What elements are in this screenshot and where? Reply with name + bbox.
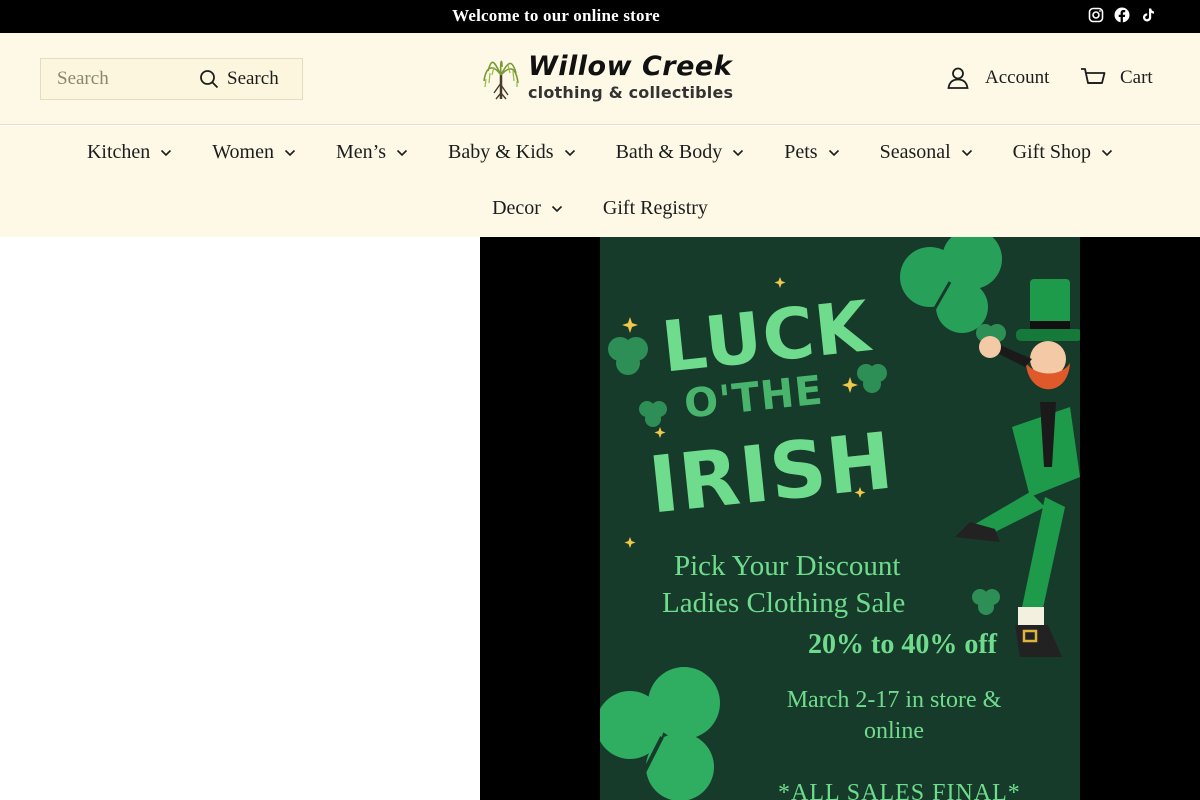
willow-tree-icon <box>483 60 519 100</box>
nav-item-baby-kids[interactable]: Baby & Kids <box>428 141 596 164</box>
logo-tagline: clothing & collectibles <box>528 83 734 102</box>
hero-banner[interactable]: LUCK O'THE IRISH Pick Your Discount Ladi… <box>480 237 1200 800</box>
poster-disclaimer: *ALL SALES FINAL* <box>778 780 1021 800</box>
tiktok-icon[interactable] <box>1140 7 1156 23</box>
nav-item-pets[interactable]: Pets <box>764 141 859 164</box>
nav-item-label: Kitchen <box>86 141 151 163</box>
facebook-icon[interactable] <box>1114 7 1130 23</box>
nav-row-secondary: Decor Gift Registry <box>0 197 1200 220</box>
nav-item-gift-registry[interactable]: Gift Registry <box>583 197 728 220</box>
cart-link[interactable]: Cart <box>1080 65 1153 91</box>
nav-item-decor[interactable]: Decor <box>472 197 583 220</box>
promo-poster: LUCK O'THE IRISH Pick Your Discount Ladi… <box>600 237 1080 800</box>
nav-item-label: Pets <box>784 141 818 163</box>
chevron-down-icon <box>961 149 972 156</box>
search-icon <box>199 69 219 89</box>
nav-item-mens[interactable]: Men’s <box>316 141 428 164</box>
search-button-label: Search <box>227 68 279 89</box>
announcement-bar: Welcome to our online store <box>0 0 1200 33</box>
chevron-down-icon <box>1101 149 1113 156</box>
search-input[interactable] <box>41 59 191 99</box>
search-button[interactable]: Search <box>199 59 279 99</box>
chevron-down-icon <box>564 149 575 156</box>
poster-subheadline: Ladies Clothing Sale <box>662 587 906 619</box>
nav-item-label: Gift Registry <box>602 197 708 219</box>
chevron-down-icon <box>284 149 296 156</box>
nav-item-gift-shop[interactable]: Gift Shop <box>993 141 1133 164</box>
nav-item-label: Decor <box>492 197 541 219</box>
cart-label: Cart <box>1120 67 1153 88</box>
nav-item-kitchen[interactable]: Kitchen <box>67 141 192 164</box>
cart-icon <box>1080 65 1106 91</box>
chevron-down-icon <box>396 149 408 156</box>
announcement-text: Welcome to our online store <box>452 6 660 25</box>
chevron-down-icon <box>551 205 562 212</box>
nav-item-women[interactable]: Women <box>192 141 316 164</box>
logo-name: Willow Creek <box>528 51 733 82</box>
nav-item-label: Baby & Kids <box>448 141 554 163</box>
user-icon <box>945 65 971 91</box>
nav-row-primary: Kitchen Women Men’s Baby & Kids Bath & B… <box>0 141 1200 164</box>
account-label: Account <box>985 67 1050 88</box>
site-logo[interactable]: Willow Creek clothing & collectibles <box>482 51 733 105</box>
chevron-down-icon <box>828 149 839 156</box>
nav-item-label: Gift Shop <box>1012 141 1092 163</box>
chevron-down-icon <box>161 149 172 156</box>
nav-item-label: Women <box>212 141 274 163</box>
main-navigation: Kitchen Women Men’s Baby & Kids Bath & B… <box>0 126 1200 237</box>
nav-item-label: Bath & Body <box>615 141 723 163</box>
chevron-down-icon <box>733 149 744 156</box>
poster-discount: 20% to 40% off <box>808 629 997 660</box>
nav-item-seasonal[interactable]: Seasonal <box>860 141 993 164</box>
poster-headline: Pick Your Discount <box>674 550 901 582</box>
account-link[interactable]: Account <box>945 65 1049 91</box>
nav-item-bath-body[interactable]: Bath & Body <box>596 141 765 164</box>
hero-blank-area <box>0 237 480 800</box>
nav-item-label: Seasonal <box>879 141 951 163</box>
search-form: Search <box>40 58 303 100</box>
instagram-icon[interactable] <box>1088 7 1104 23</box>
poster-dates: March 2-17 in store & online <box>786 687 1002 744</box>
site-header: Search Willow Creek clothing & collectib… <box>0 33 1200 125</box>
social-links <box>1088 7 1156 23</box>
nav-item-label: Men’s <box>336 141 386 163</box>
